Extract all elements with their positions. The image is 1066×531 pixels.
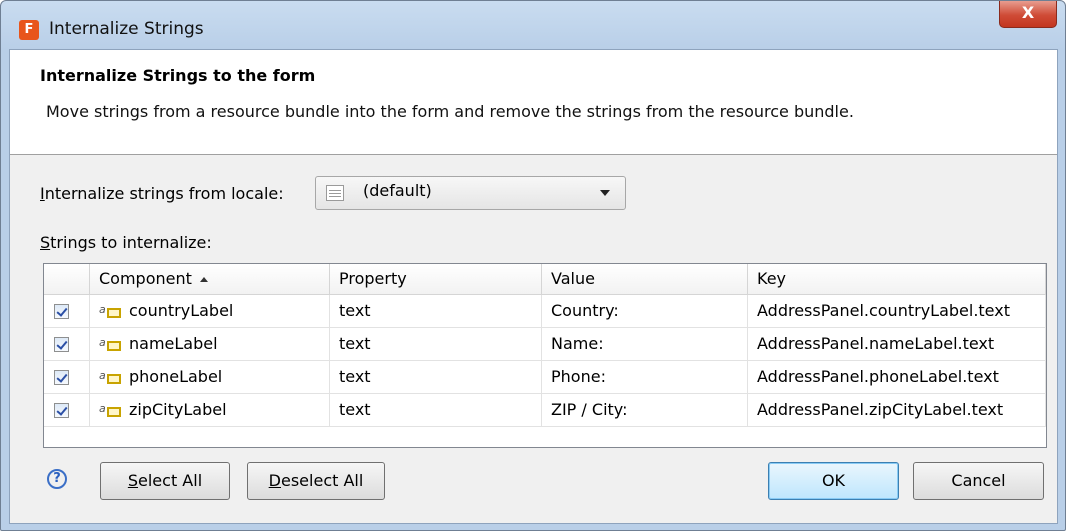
key-cell: AddressPanel.phoneLabel.text	[748, 361, 1046, 394]
row-checkbox[interactable]	[54, 337, 69, 352]
column-header-property[interactable]: Property	[330, 264, 542, 294]
header-description: Move strings from a resource bundle into…	[46, 102, 854, 121]
table-row[interactable]: a zipCityLabel text ZIP / City: AddressPa…	[44, 394, 1046, 427]
value-cell: Name:	[542, 328, 748, 361]
close-button[interactable]: X	[999, 1, 1057, 28]
table-row[interactable]: a phoneLabel text Phone: AddressPanel.pho…	[44, 361, 1046, 394]
label-component-icon: a	[99, 303, 123, 320]
locale-dropdown[interactable]: (default)	[315, 176, 626, 210]
dialog-header: Internalize Strings to the form Move str…	[10, 50, 1057, 155]
component-cell: zipCityLabel	[129, 400, 227, 419]
label-component-icon: a	[99, 402, 123, 419]
dialog-body: Internalize Strings to the form Move str…	[9, 49, 1058, 524]
locale-label: Internalize strings from locale:	[40, 184, 284, 203]
key-cell: AddressPanel.nameLabel.text	[748, 328, 1046, 361]
component-cell: countryLabel	[129, 301, 234, 320]
table-row[interactable]: a countryLabel text Country: AddressPanel…	[44, 295, 1046, 328]
column-header-component[interactable]: Component	[90, 264, 330, 294]
select-all-button[interactable]: Select All	[100, 462, 230, 500]
window-title: Internalize Strings	[49, 19, 204, 39]
value-cell: Country:	[542, 295, 748, 328]
property-cell: text	[330, 394, 542, 427]
key-cell: AddressPanel.countryLabel.text	[748, 295, 1046, 328]
row-checkbox[interactable]	[54, 403, 69, 418]
value-cell: ZIP / City:	[542, 394, 748, 427]
label-component-icon: a	[99, 336, 123, 353]
locale-selected-value: (default)	[363, 181, 432, 200]
app-logo-icon: F	[19, 20, 39, 40]
strings-label: Strings to internalize:	[40, 233, 212, 252]
value-cell: Phone:	[542, 361, 748, 394]
column-header-value[interactable]: Value	[542, 264, 748, 294]
key-cell: AddressPanel.zipCityLabel.text	[748, 394, 1046, 427]
label-component-icon: a	[99, 369, 123, 386]
locale-list-icon	[326, 185, 344, 201]
row-checkbox[interactable]	[54, 304, 69, 319]
ok-button[interactable]: OK	[768, 462, 899, 500]
property-cell: text	[330, 361, 542, 394]
property-cell: text	[330, 328, 542, 361]
dialog-window: F Internalize Strings X Internalize Stri…	[0, 0, 1066, 531]
table-header: Component Property Value Key	[44, 264, 1046, 295]
table-row[interactable]: a nameLabel text Name: AddressPanel.nameL…	[44, 328, 1046, 361]
strings-table: Component Property Value Key a countryLab…	[43, 263, 1047, 448]
component-cell: phoneLabel	[129, 367, 223, 386]
cancel-button[interactable]: Cancel	[913, 462, 1044, 500]
row-checkbox[interactable]	[54, 370, 69, 385]
deselect-all-button[interactable]: Deselect All	[247, 462, 385, 500]
column-header-key[interactable]: Key	[748, 264, 1046, 294]
header-checkbox-column	[44, 264, 90, 294]
header-title: Internalize Strings to the form	[40, 66, 316, 85]
title-bar[interactable]: F Internalize Strings X	[1, 1, 1065, 49]
component-cell: nameLabel	[129, 334, 218, 353]
property-cell: text	[330, 295, 542, 328]
help-icon[interactable]: ?	[47, 469, 67, 489]
sort-ascending-icon	[199, 277, 208, 282]
chevron-down-icon	[600, 190, 610, 196]
